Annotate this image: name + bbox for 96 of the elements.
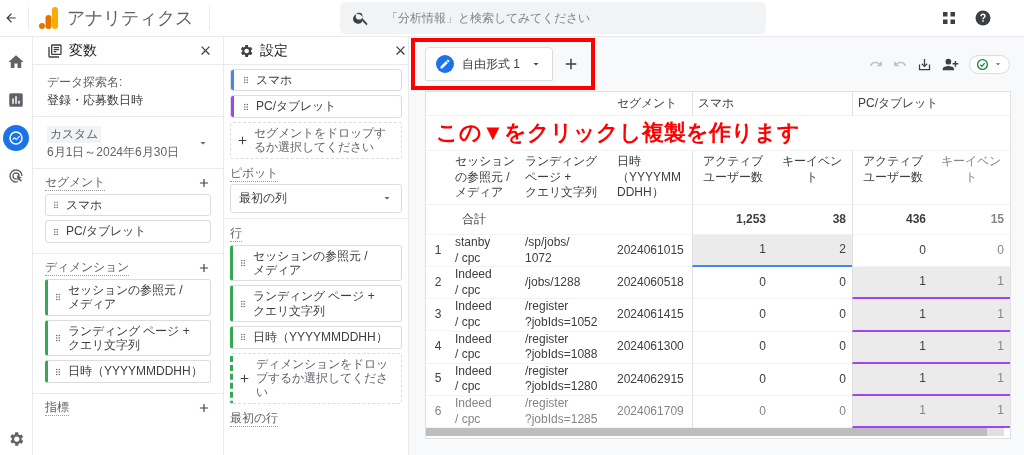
section-label: セグメント — [45, 175, 105, 191]
field-label: データ探索名: — [47, 75, 123, 90]
row-number: 4 — [426, 331, 450, 364]
table-cell: 1 — [932, 267, 1010, 300]
download-icon[interactable] — [917, 56, 932, 72]
table-cell: 0 — [692, 267, 772, 300]
settings-icon — [238, 42, 254, 59]
app-title: アナリティクス — [59, 6, 210, 30]
dimension-drop-zone[interactable]: ディメンションをドロップするか選択してください — [230, 352, 402, 404]
table-cell: 1 — [932, 395, 1010, 429]
table-cell: 1 — [852, 267, 932, 300]
exploration-tab[interactable]: 自由形式 1 — [425, 47, 553, 81]
nav-rail-button[interactable] — [3, 125, 29, 151]
status-button[interactable] — [969, 54, 1010, 74]
table-cell: 15 — [932, 205, 1010, 235]
table-cell: 1 — [852, 363, 932, 396]
table-cell: Indeed / cpc — [450, 331, 520, 364]
section-label: ディメンション — [45, 259, 129, 276]
date-range-value: 6月1日～2024年6月30日 — [47, 144, 180, 161]
table-cell: 1 — [852, 331, 932, 364]
column-header: キーイベント — [932, 151, 1010, 205]
segment-chip[interactable]: スマホ — [45, 194, 211, 217]
date-range-picker[interactable]: カスタム 6月1日～2024年6月30日 — [33, 117, 223, 169]
dimension-chip[interactable]: セッションの参照元 / メディア — [45, 278, 211, 316]
table-cell: 2024062915 — [612, 363, 692, 396]
segment-chip[interactable]: PC/タブレット — [45, 220, 211, 243]
home-icon — [7, 53, 25, 71]
segment-header: PC/タブレット — [852, 92, 1010, 116]
total-label: 合計 — [426, 205, 692, 235]
table-cell: 0 — [692, 331, 772, 364]
plus-icon[interactable] — [197, 176, 211, 190]
panel-title: 変数 — [69, 41, 98, 60]
table-cell: 1 — [932, 299, 1010, 332]
annotation-text: この▼をクリックし複製を作ります — [426, 116, 1010, 151]
table-cell: 1 — [692, 235, 772, 268]
bar-chart-icon — [7, 91, 25, 109]
back-arrow-icon[interactable] — [4, 11, 18, 25]
table-cell: 0 — [692, 363, 772, 396]
row-dimension-chip[interactable]: 日時（YYYYMMDDHH） — [230, 326, 402, 349]
apps-grid-icon[interactable] — [940, 9, 958, 27]
column-header: セッションの参照元 / メディア — [450, 151, 520, 205]
pivot-select[interactable]: 最初の列 — [230, 183, 402, 213]
table-cell: Indeed / cpc — [450, 363, 520, 396]
panel-title: 設定 — [260, 41, 289, 60]
section-label: 指標 — [45, 399, 69, 416]
horizontal-scrollbar[interactable] — [426, 428, 1004, 437]
table-cell: 0 — [692, 299, 772, 332]
variables-list-icon — [47, 42, 63, 59]
table-cell: 1 — [852, 299, 932, 332]
row-number: 1 — [426, 235, 450, 267]
table-cell: stanby / cpc — [450, 235, 520, 268]
column-header: アクティブユーザー数 — [852, 151, 932, 205]
pencil-icon — [439, 58, 451, 70]
table-cell: /register ?jobIds=1088 — [520, 331, 612, 364]
table-cell: 2024061300 — [612, 331, 692, 364]
row-dimension-chip[interactable]: ランディング ページ + クエリ文字列 — [230, 285, 402, 323]
dimension-chip[interactable]: ランディング ページ + クエリ文字列 — [45, 319, 211, 357]
date-range-label: カスタム — [47, 126, 101, 143]
table-cell: /register ?jobIds=1280 — [520, 363, 612, 396]
segment-chip[interactable]: スマホ — [230, 69, 402, 92]
column-header: キーイベント — [772, 151, 852, 205]
section-label: 行 — [230, 225, 242, 242]
check-circle-icon — [976, 57, 989, 71]
segment-drop-zone[interactable]: セグメントをドロップするか選択してください — [230, 121, 402, 159]
help-icon[interactable] — [974, 9, 992, 27]
bar-chart-logo-icon — [39, 7, 59, 29]
table-cell: Indeed / cpc — [450, 267, 520, 300]
row-number: 2 — [426, 267, 450, 300]
explore-chart-icon — [7, 129, 25, 147]
table-cell: 436 — [852, 205, 932, 235]
column-header: セグメント — [612, 92, 692, 116]
row-number: 3 — [426, 299, 450, 332]
table-cell: /jobs/1288 — [520, 267, 612, 300]
segment-chip[interactable]: PC/タブレット — [230, 95, 402, 118]
tab-label: 自由形式 1 — [462, 55, 521, 73]
table-cell: /register ?jobIds=1052 — [520, 299, 612, 332]
section-label: ピボット — [230, 165, 278, 182]
table-cell: 2024061415 — [612, 299, 692, 332]
segment-header: スマホ — [692, 92, 852, 116]
column-header: ランディングページ + クエリ文字列 — [520, 151, 612, 205]
row-number: 5 — [426, 363, 450, 396]
table-cell: 2024060518 — [612, 267, 692, 300]
row-number: 6 — [426, 395, 450, 428]
dimension-chip[interactable]: 日時（YYYYMMDDHH） — [45, 360, 211, 383]
table-cell: 2 — [772, 235, 852, 268]
column-header: 日時（YYYYMMDDHH） — [612, 151, 692, 205]
section-label: 最初の行 — [230, 410, 278, 427]
target-cursor-icon — [7, 167, 25, 185]
row-dimension-chip[interactable]: セッションの参照元 / メディア — [230, 244, 402, 282]
table-cell: Indeed / cpc — [450, 299, 520, 332]
table-cell: 1 — [932, 331, 1010, 364]
table-cell: 1 — [852, 395, 932, 429]
exploration-name: 登録・応募数日時 — [47, 92, 144, 109]
column-header: アクティブユーザー数 — [692, 151, 772, 205]
table-cell: 1 — [932, 363, 1010, 396]
table-cell: /sp/jobs/ 1072 — [520, 235, 612, 268]
